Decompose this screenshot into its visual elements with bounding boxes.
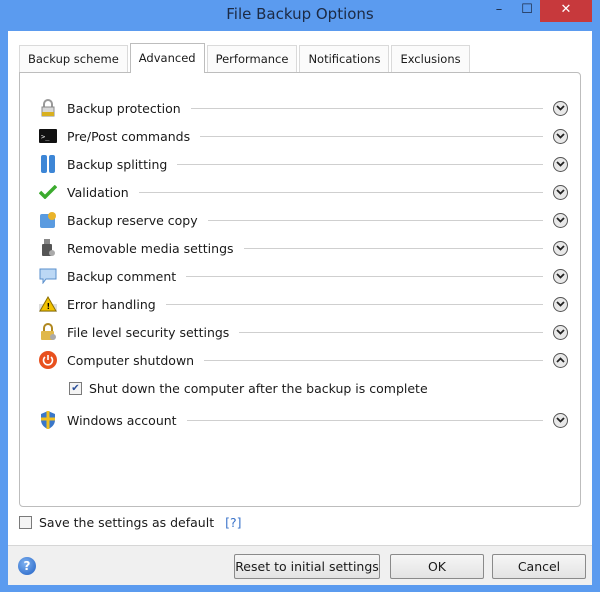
tab-performance[interactable]: Performance	[206, 45, 298, 73]
warning-icon: !	[39, 295, 57, 313]
lock-icon	[39, 99, 57, 117]
tab-bar: Backup scheme Advanced Performance Notifica…	[19, 43, 472, 73]
dialog-body: Backup scheme Advanced Performance Notifica…	[8, 31, 592, 585]
chevron-down-icon[interactable]	[553, 268, 568, 284]
shutdown-checkbox[interactable]: ✔	[69, 381, 82, 395]
section-label: Pre/Post commands	[67, 128, 191, 144]
security-lock-icon	[39, 323, 57, 341]
save-default-help-link[interactable]: [?]	[225, 515, 241, 530]
section-label: Backup protection	[67, 100, 181, 116]
maximize-button[interactable]: ☐	[514, 0, 540, 22]
svg-text:>_: >_	[41, 133, 50, 141]
chevron-down-icon[interactable]	[553, 100, 568, 116]
chevron-up-icon[interactable]	[553, 352, 568, 368]
section-backup-protection[interactable]: Backup protection	[39, 97, 568, 119]
divider	[207, 219, 543, 221]
save-default-label: Save the settings as default	[39, 515, 215, 530]
close-button[interactable]: ✕	[540, 0, 592, 22]
chevron-down-icon[interactable]	[553, 240, 568, 256]
section-label: Computer shutdown	[67, 352, 195, 368]
section-backup-reserve-copy[interactable]: Backup reserve copy	[39, 209, 568, 231]
chevron-down-icon[interactable]	[553, 128, 568, 144]
chevron-down-icon[interactable]	[553, 296, 568, 312]
section-error-handling[interactable]: ! Error handling	[39, 293, 568, 315]
terminal-icon: >_	[39, 127, 57, 145]
tab-advanced[interactable]: Advanced	[129, 43, 205, 73]
tab-backup-scheme[interactable]: Backup scheme	[19, 45, 128, 73]
shutdown-label: Shut down the computer after the backup …	[89, 380, 428, 396]
section-label: Backup comment	[67, 268, 177, 284]
chevron-down-icon[interactable]	[553, 412, 568, 428]
title-bar: File Backup Options – ☐ ✕	[0, 0, 600, 30]
divider	[200, 135, 543, 137]
chevron-down-icon[interactable]	[553, 184, 568, 200]
reset-button[interactable]: Reset to initial settings	[234, 554, 380, 579]
section-backup-comment[interactable]: Backup comment	[39, 265, 568, 287]
section-label: Backup reserve copy	[67, 212, 198, 228]
minimize-button[interactable]: –	[486, 0, 512, 22]
save-default-checkbox[interactable]	[19, 516, 32, 529]
shutdown-option[interactable]: ✔ Shut down the computer after the backup…	[69, 378, 428, 398]
section-label: File level security settings	[67, 324, 230, 340]
checkmark-icon	[39, 183, 57, 201]
save-default-option[interactable]: Save the settings as default [?]	[19, 515, 241, 530]
divider	[186, 275, 543, 277]
section-validation[interactable]: Validation	[39, 181, 568, 203]
section-file-level-security-settings[interactable]: File level security settings	[39, 321, 568, 343]
divider	[165, 303, 543, 305]
divider	[239, 331, 543, 333]
section-label: Removable media settings	[67, 240, 234, 256]
split-icon	[39, 155, 57, 173]
divider	[177, 163, 543, 165]
cancel-button[interactable]: Cancel	[492, 554, 586, 579]
divider	[138, 191, 543, 193]
advanced-panel: Backup protection >_ Pre/Post commands Back…	[19, 72, 581, 507]
section-backup-splitting[interactable]: Backup splitting	[39, 153, 568, 175]
section-label: Windows account	[67, 412, 177, 428]
section-label: Error handling	[67, 296, 156, 312]
ok-button[interactable]: OK	[390, 554, 484, 579]
power-icon	[39, 351, 57, 369]
section-windows-account[interactable]: Windows account	[39, 409, 568, 431]
shield-icon	[39, 411, 57, 429]
section-pre-post-commands[interactable]: >_ Pre/Post commands	[39, 125, 568, 147]
svg-text:!: !	[47, 302, 51, 311]
section-label: Validation	[67, 184, 129, 200]
chevron-down-icon[interactable]	[553, 324, 568, 340]
chevron-down-icon[interactable]	[553, 212, 568, 228]
usb-drive-icon	[39, 239, 57, 257]
help-icon[interactable]: ?	[18, 557, 36, 575]
footer: ? Reset to initial settings OK Cancel	[8, 545, 592, 585]
comment-icon	[39, 267, 57, 285]
divider	[190, 107, 543, 109]
reserve-copy-icon	[39, 211, 57, 229]
tab-exclusions[interactable]: Exclusions	[391, 45, 470, 73]
divider	[243, 247, 543, 249]
section-removable-media-settings[interactable]: Removable media settings	[39, 237, 568, 259]
section-computer-shutdown[interactable]: Computer shutdown	[39, 349, 568, 371]
section-label: Backup splitting	[67, 156, 168, 172]
divider	[204, 359, 543, 361]
chevron-down-icon[interactable]	[553, 156, 568, 172]
divider	[186, 419, 543, 421]
tab-notifications[interactable]: Notifications	[299, 45, 390, 73]
